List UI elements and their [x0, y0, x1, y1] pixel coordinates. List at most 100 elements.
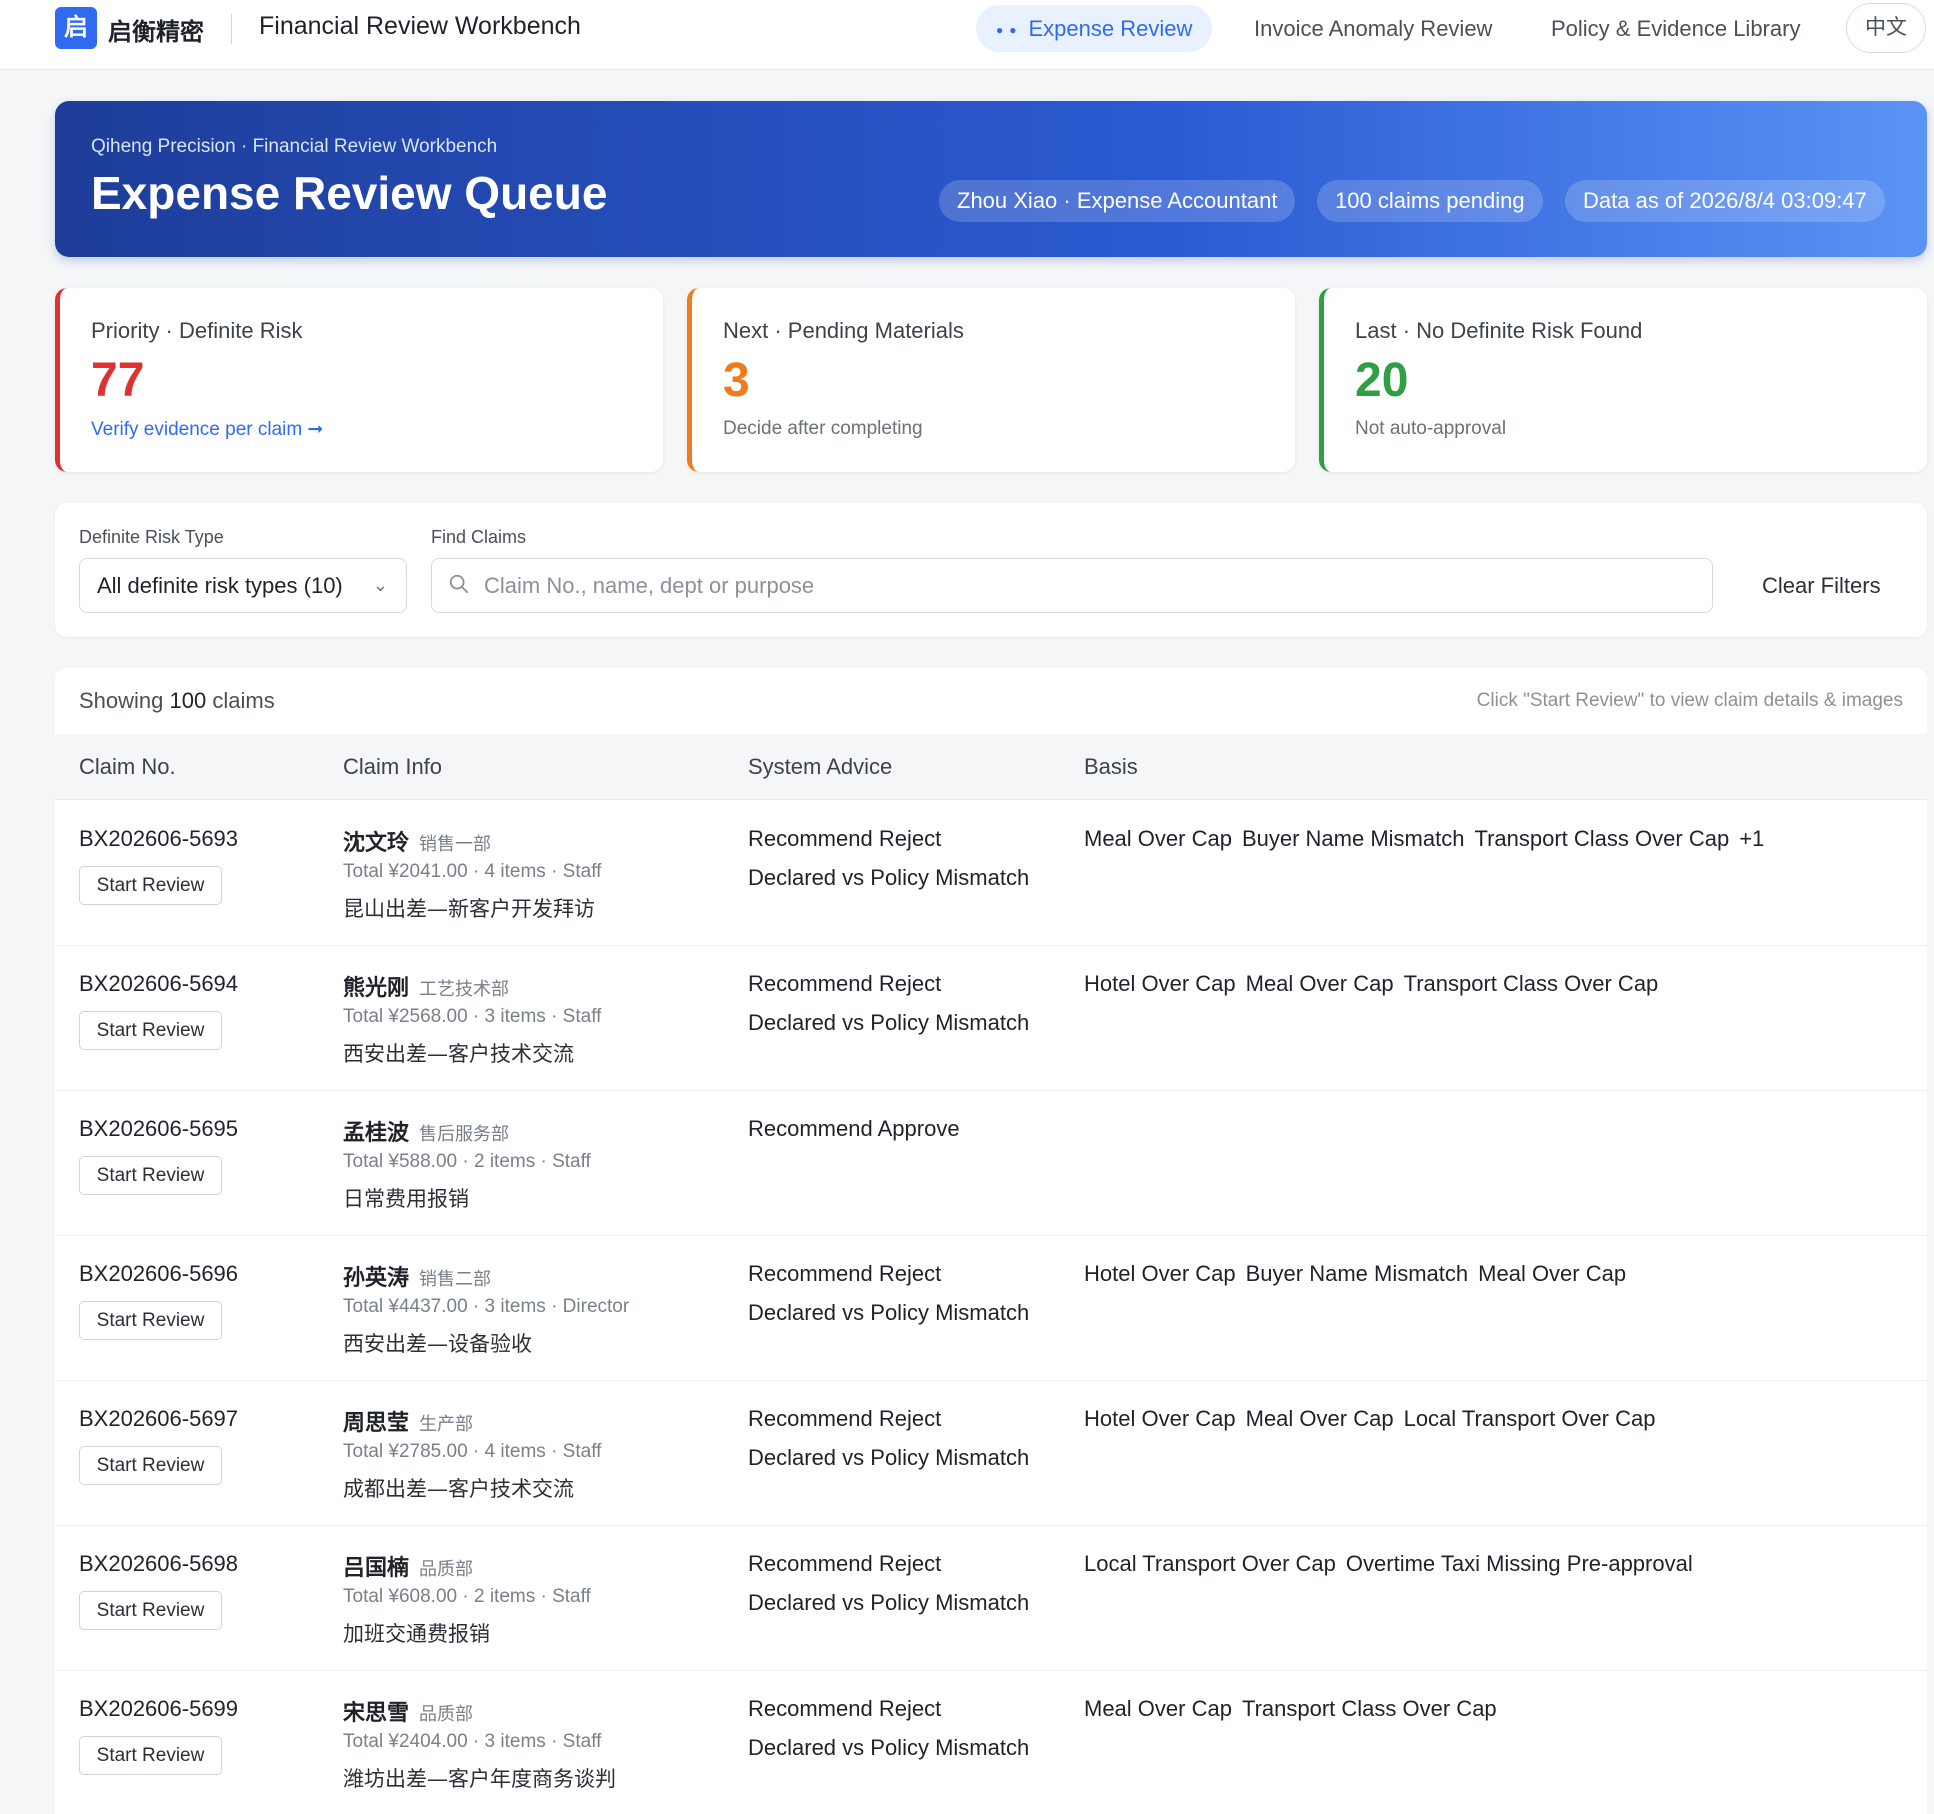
start-review-button[interactable]: Start Review: [79, 1156, 222, 1195]
claim-purpose: 潍坊出差—客户年度商务谈判: [343, 1767, 616, 1791]
start-review-button[interactable]: Start Review: [79, 1446, 222, 1485]
department: 品质部: [419, 1704, 474, 1725]
stat-value: 20: [1355, 354, 1409, 407]
basis-tag: Transport Class Over Cap: [1474, 826, 1730, 851]
claimant-name: 孙英涛: [343, 1266, 410, 1291]
basis-tag: Hotel Over Cap: [1084, 971, 1236, 996]
start-review-button[interactable]: Start Review: [79, 1301, 222, 1340]
claimant: 吕国楠 品质部: [343, 1550, 473, 1582]
hero-subtitle: Qiheng Precision · Financial Review Work…: [91, 136, 498, 157]
claim-meta: Total ¥2404.00 · 3 items · Staff: [343, 1731, 602, 1752]
system-advice: Recommend Approve: [748, 1116, 960, 1141]
claimant-name: 沈文玲: [343, 831, 410, 856]
start-review-button[interactable]: Start Review: [79, 866, 222, 905]
stat-label: Last · No Definite Risk Found: [1355, 318, 1643, 343]
basis-tags: Hotel Over Cap Buyer Name Mismatch Meal Ov…: [1084, 1261, 1636, 1287]
claim-purpose: 加班交通费报销: [343, 1622, 490, 1646]
claim-number: BX202606-5695: [79, 1116, 239, 1141]
table-row: BX202606-5697 Start Review 周思莹 生产部 Total ¥27…: [55, 1381, 1927, 1526]
department: 工艺技术部: [419, 979, 510, 1000]
advice-reason: Declared vs Policy Mismatch: [748, 1735, 1030, 1760]
basis-tag: +1: [1739, 826, 1765, 851]
start-review-button[interactable]: Start Review: [79, 1591, 222, 1630]
claimant: 熊光刚 工艺技术部: [343, 970, 509, 1002]
tab-policy-evidence-library[interactable]: Policy & Evidence Library: [1531, 5, 1820, 52]
basis-tag: Buyer Name Mismatch: [1241, 826, 1465, 851]
basis-tag: Transport Class Over Cap: [1403, 971, 1659, 996]
stat-card-no-risk[interactable]: Last · No Definite Risk Found 20 Not aut…: [1319, 288, 1927, 472]
table-row: BX202606-5693 Start Review 沈文玲 销售一部 Total ¥2…: [55, 801, 1927, 946]
brand-divider: [231, 14, 232, 44]
stat-card-definite-risk[interactable]: Priority · Definite Risk 77 Verify evide…: [55, 288, 663, 472]
claimant-name: 熊光刚: [343, 976, 410, 1001]
table-row: BX202606-5695 Start Review 孟桂波 售后服务部 Total ¥…: [55, 1091, 1927, 1236]
basis-tags: Local Transport Over Cap Overtime Taxi Mi…: [1084, 1551, 1703, 1577]
system-advice: Recommend Reject: [748, 826, 942, 851]
risk-type-select[interactable]: All definite risk types (10) ⌄: [79, 558, 407, 613]
basis-tags: Hotel Over Cap Meal Over Cap Transport Cla…: [1084, 971, 1668, 997]
search-label: Find Claims: [431, 527, 527, 547]
search-input[interactable]: [484, 567, 1684, 605]
department: 销售一部: [419, 834, 492, 855]
claim-meta: Total ¥588.00 · 2 items · Staff: [343, 1151, 591, 1172]
department: 品质部: [419, 1559, 474, 1580]
hero-banner: Qiheng Precision · Financial Review Work…: [55, 101, 1927, 257]
start-review-button[interactable]: Start Review: [79, 1011, 222, 1050]
system-advice: Recommend Reject: [748, 1551, 942, 1576]
claim-meta: Total ¥4437.00 · 3 items · Director: [343, 1296, 630, 1317]
basis-tag: Transport Class Over Cap: [1241, 1696, 1497, 1721]
claim-purpose: 西安出差—客户技术交流: [343, 1042, 574, 1066]
department: 售后服务部: [419, 1124, 510, 1145]
claimant-name: 孟桂波: [343, 1121, 410, 1146]
tab-label: Expense Review: [1028, 16, 1193, 41]
showing-count: Showing 100 claims: [79, 688, 275, 714]
system-advice: Recommend Reject: [748, 1696, 942, 1721]
claimant-name: 周思莹: [343, 1411, 410, 1436]
table-row: BX202606-5694 Start Review 熊光刚 工艺技术部 Total ¥…: [55, 946, 1927, 1091]
table-hint: Click "Start Review" to view claim detai…: [1476, 690, 1903, 711]
claimant: 沈文玲 销售一部: [343, 825, 491, 857]
risk-type-label: Definite Risk Type: [79, 527, 224, 547]
table-row: BX202606-5699 Start Review 宋思雪 品质部 Total ¥24…: [55, 1671, 1927, 1814]
table-row: BX202606-5696 Start Review 孙英涛 销售二部 Total ¥4…: [55, 1236, 1927, 1381]
claim-number: BX202606-5693: [79, 826, 239, 851]
tab-invoice-anomaly-review[interactable]: Invoice Anomaly Review: [1234, 5, 1512, 52]
basis-tag: Meal Over Cap: [1245, 1406, 1394, 1431]
claim-number: BX202606-5699: [79, 1696, 239, 1721]
search-icon: [449, 574, 469, 594]
claim-meta: Total ¥608.00 · 2 items · Staff: [343, 1586, 591, 1607]
stat-value: 77: [91, 354, 145, 407]
filter-panel: Definite Risk Type All definite risk typ…: [55, 503, 1927, 637]
basis-tag: Meal Over Cap: [1084, 826, 1232, 851]
showing-number: 100: [169, 688, 207, 713]
advice-reason: Declared vs Policy Mismatch: [748, 1445, 1030, 1470]
basis-tag: Hotel Over Cap: [1084, 1406, 1236, 1431]
app-title: Financial Review Workbench: [259, 12, 581, 40]
user-badge: Zhou Xiao · Expense Accountant: [939, 180, 1296, 222]
claim-purpose: 成都出差—客户技术交流: [343, 1477, 574, 1501]
search-field[interactable]: [431, 558, 1713, 613]
clear-filters-button[interactable]: Clear Filters: [1762, 573, 1881, 599]
chevron-down-icon: ⌄: [372, 575, 388, 595]
claim-meta: Total ¥2785.00 · 4 items · Staff: [343, 1441, 602, 1462]
claims-table-panel: Showing 100 claims Click "Start Review" …: [55, 668, 1927, 1814]
claimant: 宋思雪 品质部: [343, 1695, 473, 1727]
risk-type-value: All definite risk types (10): [97, 573, 343, 598]
advice-reason: Declared vs Policy Mismatch: [748, 1010, 1030, 1035]
advice-reason: Declared vs Policy Mismatch: [748, 865, 1030, 890]
start-review-button[interactable]: Start Review: [79, 1736, 222, 1775]
system-advice: Recommend Reject: [748, 1406, 942, 1431]
verify-evidence-link[interactable]: Verify evidence per claim ➞: [91, 418, 323, 441]
tab-expense-review[interactable]: ●● Expense Review: [976, 5, 1213, 52]
language-toggle[interactable]: 中文: [1846, 3, 1926, 53]
basis-tag: Buyer Name Mismatch: [1245, 1261, 1469, 1286]
stat-note: Not auto-approval: [1355, 418, 1507, 439]
basis-tags: Meal Over Cap Transport Class Over Cap: [1084, 1696, 1507, 1722]
system-advice: Recommend Reject: [748, 971, 942, 996]
logo-icon: 启: [55, 7, 97, 49]
stat-value: 3: [723, 354, 750, 407]
table-header: Claim No. Claim Info System Advice Basis: [55, 734, 1927, 800]
stat-card-pending-materials[interactable]: Next · Pending Materials 3 Decide after …: [687, 288, 1295, 472]
brand-name: 启衡精密: [108, 18, 204, 46]
claim-number: BX202606-5697: [79, 1406, 239, 1431]
